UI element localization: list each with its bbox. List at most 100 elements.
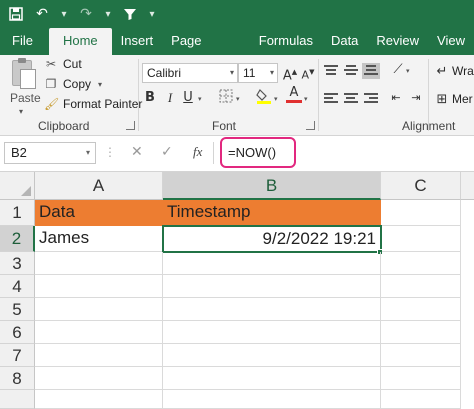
name-box[interactable]: B2 ▾ xyxy=(4,142,96,164)
grid-cell[interactable] xyxy=(381,390,461,409)
grid-cell[interactable] xyxy=(35,275,163,298)
cell-c1[interactable] xyxy=(381,200,461,226)
orientation-dropdown-icon[interactable]: ▾ xyxy=(406,67,410,75)
font-size-value: 11 xyxy=(243,66,256,80)
cell-b1[interactable]: Timestamp xyxy=(163,200,381,226)
column-header-c[interactable]: C xyxy=(381,172,461,200)
grid-cell[interactable] xyxy=(35,344,163,367)
borders-dropdown-icon[interactable]: ▾ xyxy=(236,95,240,103)
copy-button[interactable]: ❐ Copy ▾ xyxy=(44,75,102,93)
row-header-5[interactable]: 5 xyxy=(0,298,35,321)
check-icon[interactable]: ✓ xyxy=(161,144,173,160)
format-painter-label: Format Painter xyxy=(63,97,143,111)
grid-cell[interactable] xyxy=(381,367,461,390)
save-icon[interactable] xyxy=(6,3,26,25)
grid-cell[interactable] xyxy=(35,298,163,321)
grid-cell[interactable] xyxy=(35,390,163,409)
column-header-d[interactable] xyxy=(461,172,474,200)
grid-cell[interactable] xyxy=(381,275,461,298)
tab-review[interactable]: Review xyxy=(367,28,428,55)
increase-indent-icon[interactable]: ⇥ xyxy=(408,89,424,107)
undo-dropdown-icon[interactable]: ▾ xyxy=(58,3,70,25)
orientation-icon[interactable]: ⟋ xyxy=(390,61,406,79)
cell-a2[interactable]: James xyxy=(35,226,163,252)
align-center-icon[interactable] xyxy=(344,93,358,105)
grid-cell[interactable] xyxy=(163,390,381,409)
cell-b2[interactable]: 9/2/2022 19:21 xyxy=(162,225,382,253)
underline-button[interactable]: U xyxy=(180,89,196,107)
fill-color-icon[interactable] xyxy=(256,87,272,105)
row-header-2[interactable]: 2 xyxy=(0,226,35,252)
clipboard-launcher-icon[interactable] xyxy=(126,121,135,130)
row-header-8[interactable]: 8 xyxy=(0,367,35,390)
align-right-icon[interactable] xyxy=(364,93,378,105)
row-header-6[interactable]: 6 xyxy=(0,321,35,344)
copy-dropdown-icon[interactable]: ▾ xyxy=(98,80,102,89)
grid-cell[interactable] xyxy=(381,252,461,275)
underline-dropdown-icon[interactable]: ▾ xyxy=(198,95,202,103)
merge-center-label[interactable]: Mer xyxy=(452,92,473,106)
font-name-select[interactable]: Calibri ▾ xyxy=(142,63,238,83)
font-size-select[interactable]: 11 ▾ xyxy=(238,63,278,83)
wrap-text-label[interactable]: Wra xyxy=(452,64,474,78)
paste-button[interactable]: Paste ▾ xyxy=(6,57,41,117)
redo-icon[interactable]: ↷ xyxy=(76,3,96,25)
borders-icon[interactable] xyxy=(218,89,234,107)
shrink-font-icon[interactable]: A▼ xyxy=(300,63,316,82)
tab-data[interactable]: Data xyxy=(322,28,367,55)
italic-button[interactable]: I xyxy=(162,89,178,107)
row-header-4[interactable]: 4 xyxy=(0,275,35,298)
tab-file[interactable]: File xyxy=(0,28,49,55)
tab-view[interactable]: View xyxy=(428,28,474,55)
decrease-indent-icon[interactable]: ⇤ xyxy=(388,89,404,107)
customize-toolbar-icon[interactable]: ▾ xyxy=(146,3,158,25)
align-left-icon[interactable] xyxy=(324,93,338,105)
font-color-dropdown-icon[interactable]: ▾ xyxy=(304,95,308,103)
bold-button[interactable]: B xyxy=(142,89,158,107)
tab-page-layout[interactable]: Page Layout xyxy=(162,28,250,74)
grid-cell[interactable] xyxy=(381,321,461,344)
merge-center-icon[interactable]: ⊞ xyxy=(434,91,450,109)
grid-cell[interactable] xyxy=(163,321,381,344)
grid-cell[interactable] xyxy=(35,252,163,275)
column-header-b[interactable]: B xyxy=(163,172,381,200)
font-color-icon[interactable]: A xyxy=(286,85,302,103)
grid-cell[interactable] xyxy=(35,367,163,390)
font-launcher-icon[interactable] xyxy=(306,121,315,130)
tab-home[interactable]: Home xyxy=(48,28,112,55)
grow-font-icon[interactable]: A▲ xyxy=(282,63,298,83)
row-header-9[interactable] xyxy=(0,390,35,409)
middle-align-icon[interactable] xyxy=(344,65,358,77)
grid-cell[interactable] xyxy=(163,275,381,298)
grid-cell[interactable] xyxy=(163,252,381,275)
row-header-1[interactable]: 1 xyxy=(0,200,35,226)
cut-button[interactable]: ✂ Cut xyxy=(44,55,82,73)
format-painter-button[interactable]: 🖌 Format Painter xyxy=(44,95,142,113)
tab-insert[interactable]: Insert xyxy=(112,28,163,55)
cell-a1[interactable]: Data xyxy=(35,200,163,226)
grid-cell[interactable] xyxy=(163,367,381,390)
formula-bar-grip-icon[interactable]: ⋮ xyxy=(104,145,116,159)
grid-cell[interactable] xyxy=(163,298,381,321)
tab-formulas[interactable]: Formulas xyxy=(250,28,322,55)
grid-cell[interactable] xyxy=(35,321,163,344)
select-all-button[interactable] xyxy=(0,172,35,200)
filter-icon[interactable] xyxy=(120,3,140,25)
insert-function-button[interactable]: fx xyxy=(193,144,202,160)
grid-cell[interactable] xyxy=(163,344,381,367)
fill-color-dropdown-icon[interactable]: ▾ xyxy=(274,95,278,103)
row-header-7[interactable]: 7 xyxy=(0,344,35,367)
column-header-a[interactable]: A xyxy=(35,172,163,200)
top-align-icon[interactable] xyxy=(324,65,338,77)
wrap-text-icon[interactable]: ↵ xyxy=(434,63,450,81)
row-header-3[interactable]: 3 xyxy=(0,252,35,275)
cell-c2[interactable] xyxy=(382,226,461,252)
grid-cell[interactable] xyxy=(381,298,461,321)
formula-input[interactable]: =NOW() xyxy=(228,142,276,164)
cancel-icon[interactable]: ✕ xyxy=(131,144,143,160)
grid-cell[interactable] xyxy=(381,344,461,367)
undo-icon[interactable]: ↶ xyxy=(32,3,52,25)
bottom-align-icon[interactable] xyxy=(362,63,380,79)
redo-dropdown-icon[interactable]: ▾ xyxy=(102,3,114,25)
paste-dropdown-icon[interactable]: ▾ xyxy=(19,107,23,116)
